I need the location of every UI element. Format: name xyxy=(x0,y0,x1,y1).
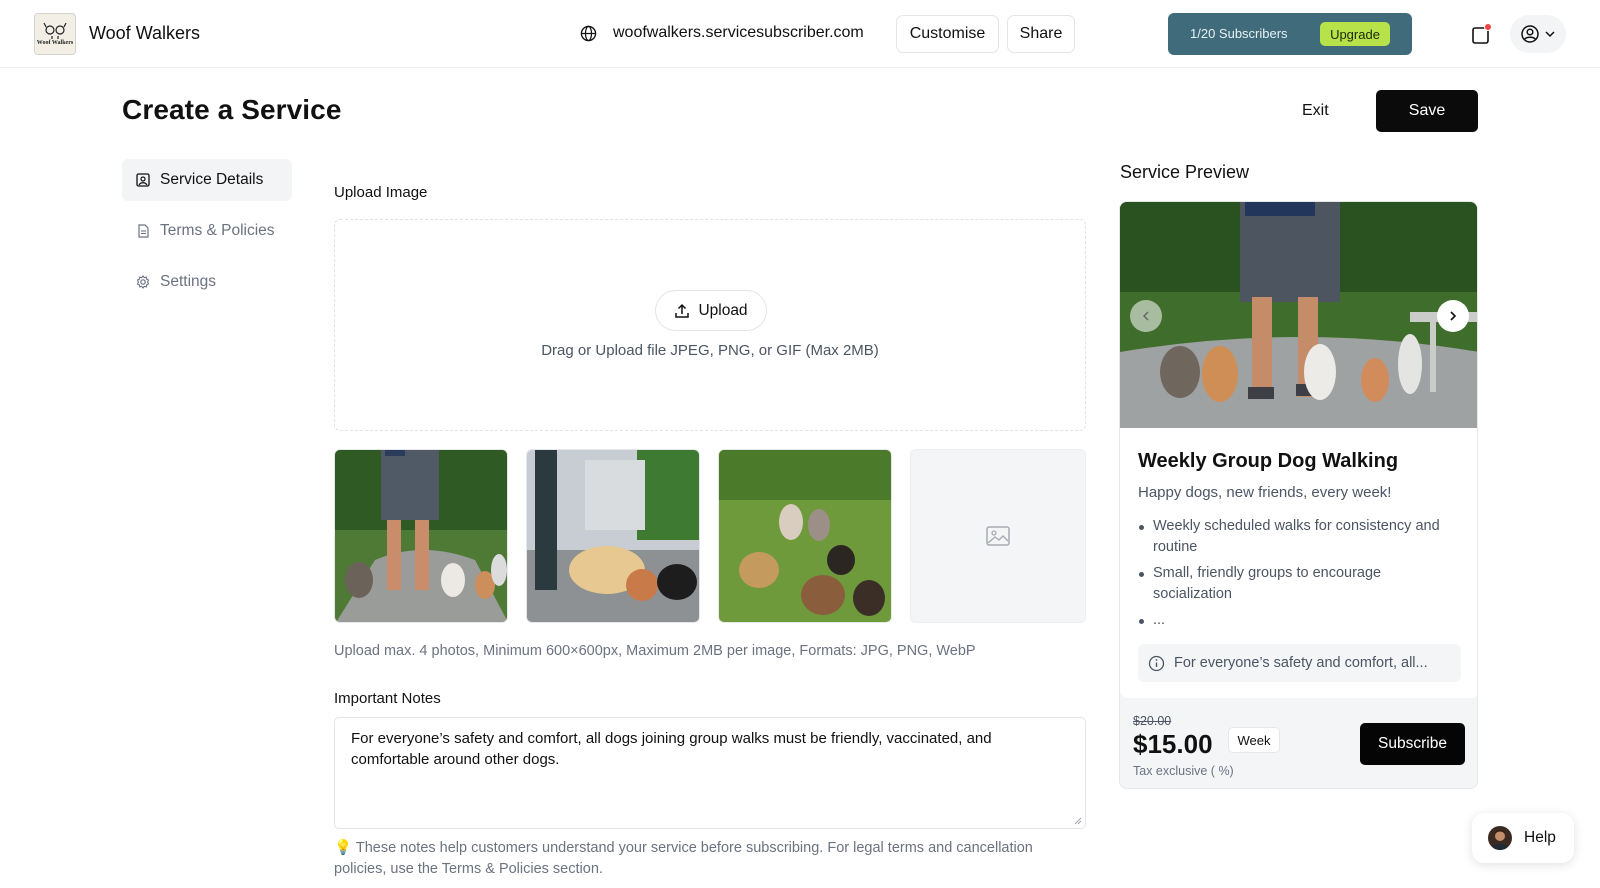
uploaded-photo-2[interactable] xyxy=(526,449,700,623)
notes-tip-text: These notes help customers understand yo… xyxy=(334,840,1033,877)
site-url[interactable]: woofwalkers.servicesubscriber.com xyxy=(613,24,864,42)
list-item: ... xyxy=(1138,610,1458,631)
upload-icon xyxy=(675,303,690,318)
empty-photo-slot[interactable] xyxy=(910,449,1086,623)
customise-button[interactable]: Customise xyxy=(896,15,999,53)
billing-period-badge: Week xyxy=(1228,727,1280,753)
top-bar: Woof Walkers Woof Walkers woofwalkers.se… xyxy=(0,0,1600,68)
upload-button-label: Upload xyxy=(698,301,748,319)
share-button[interactable]: Share xyxy=(1007,15,1075,53)
dog-walk-photo xyxy=(335,450,507,622)
preview-title: Service Preview xyxy=(1120,162,1250,182)
chevron-left-icon xyxy=(1142,311,1149,321)
page-title: Create a Service xyxy=(122,94,342,125)
preview-hero-image xyxy=(1120,202,1477,428)
upload-image-label: Upload Image xyxy=(334,184,428,201)
sidebar-item-label: Terms & Policies xyxy=(160,222,275,239)
sidebar-item-service-details[interactable]: Service Details xyxy=(122,159,292,201)
subscribe-button[interactable]: Subscribe xyxy=(1360,723,1465,765)
list-item: Weekly scheduled walks for consistency a… xyxy=(1138,516,1458,558)
notes-value: For everyone’s safety and comfort, all d… xyxy=(351,730,992,768)
sidebar-item-settings[interactable]: Settings xyxy=(122,261,292,303)
image-icon xyxy=(136,173,150,187)
carousel-next-button[interactable] xyxy=(1437,300,1469,332)
chevron-down-icon xyxy=(1545,31,1555,38)
account-icon xyxy=(1521,25,1539,43)
support-avatar-icon xyxy=(1491,830,1509,850)
dogs-on-grass-photo xyxy=(719,450,891,622)
save-button[interactable]: Save xyxy=(1376,90,1478,132)
help-button[interactable]: Help xyxy=(1472,813,1574,863)
preview-card-body: Weekly Group Dog Walking Happy dogs, new… xyxy=(1120,428,1477,698)
info-icon xyxy=(1148,655,1165,671)
original-price: $20.00 xyxy=(1133,714,1172,728)
gear-icon xyxy=(136,275,150,289)
carousel-prev-button[interactable] xyxy=(1130,300,1162,332)
lightbulb-icon: 💡 xyxy=(334,840,353,856)
uploaded-photo-3[interactable] xyxy=(718,449,892,623)
brand-logo[interactable]: Woof Walkers xyxy=(34,13,76,55)
exit-button[interactable]: Exit xyxy=(1302,102,1329,120)
photo-requirements-hint: Upload max. 4 photos, Minimum 600×600px,… xyxy=(334,643,976,659)
logo-text: Woof Walkers xyxy=(36,40,74,46)
important-notes-label: Important Notes xyxy=(334,690,441,707)
sidebar-item-terms[interactable]: Terms & Policies xyxy=(122,210,292,252)
resize-handle-icon[interactable] xyxy=(1074,817,1082,825)
service-subtitle: Happy dogs, new friends, every week! xyxy=(1138,484,1392,501)
service-preview-card: Weekly Group Dog Walking Happy dogs, new… xyxy=(1119,201,1478,789)
globe-icon xyxy=(580,25,597,42)
uploaded-photo-1[interactable] xyxy=(334,449,508,623)
account-menu[interactable] xyxy=(1510,15,1566,53)
subscribers-banner: 1/20 Subscribers Upgrade xyxy=(1168,13,1412,55)
subscribers-count: 1/20 Subscribers xyxy=(1190,26,1288,41)
image-dropzone[interactable]: Upload Drag or Upload file JPEG, PNG, or… xyxy=(334,219,1086,431)
important-note-preview: For everyone’s safety and comfort, all..… xyxy=(1138,644,1461,682)
sidebar-item-label: Service Details xyxy=(160,171,264,188)
notes-tip: 💡 These notes help customers understand … xyxy=(334,838,1034,880)
note-preview-text: For everyone’s safety and comfort, all..… xyxy=(1174,655,1428,671)
image-placeholder-icon xyxy=(986,526,1010,546)
avatar xyxy=(1488,826,1512,850)
drop-hint: Drag or Upload file JPEG, PNG, or GIF (M… xyxy=(541,342,879,359)
dog-logo-icon xyxy=(43,22,67,39)
feature-list: Weekly scheduled walks for consistency a… xyxy=(1138,516,1458,636)
upgrade-button[interactable]: Upgrade xyxy=(1320,22,1390,46)
tax-note: Tax exclusive ( %) xyxy=(1133,764,1234,778)
price: $15.00 xyxy=(1133,729,1213,759)
important-notes-textarea[interactable]: For everyone’s safety and comfort, all d… xyxy=(334,717,1086,829)
upload-button[interactable]: Upload xyxy=(655,290,767,331)
sidebar-item-label: Settings xyxy=(160,273,217,290)
service-title: Weekly Group Dog Walking xyxy=(1138,450,1399,472)
brand-name: Woof Walkers xyxy=(89,23,201,43)
document-icon xyxy=(138,224,149,238)
notification-dot xyxy=(1484,23,1492,31)
chevron-right-icon xyxy=(1450,311,1457,321)
help-label: Help xyxy=(1524,829,1556,846)
dog-walk-photo xyxy=(527,450,699,622)
list-item: Small, friendly groups to encourage soci… xyxy=(1138,563,1458,605)
